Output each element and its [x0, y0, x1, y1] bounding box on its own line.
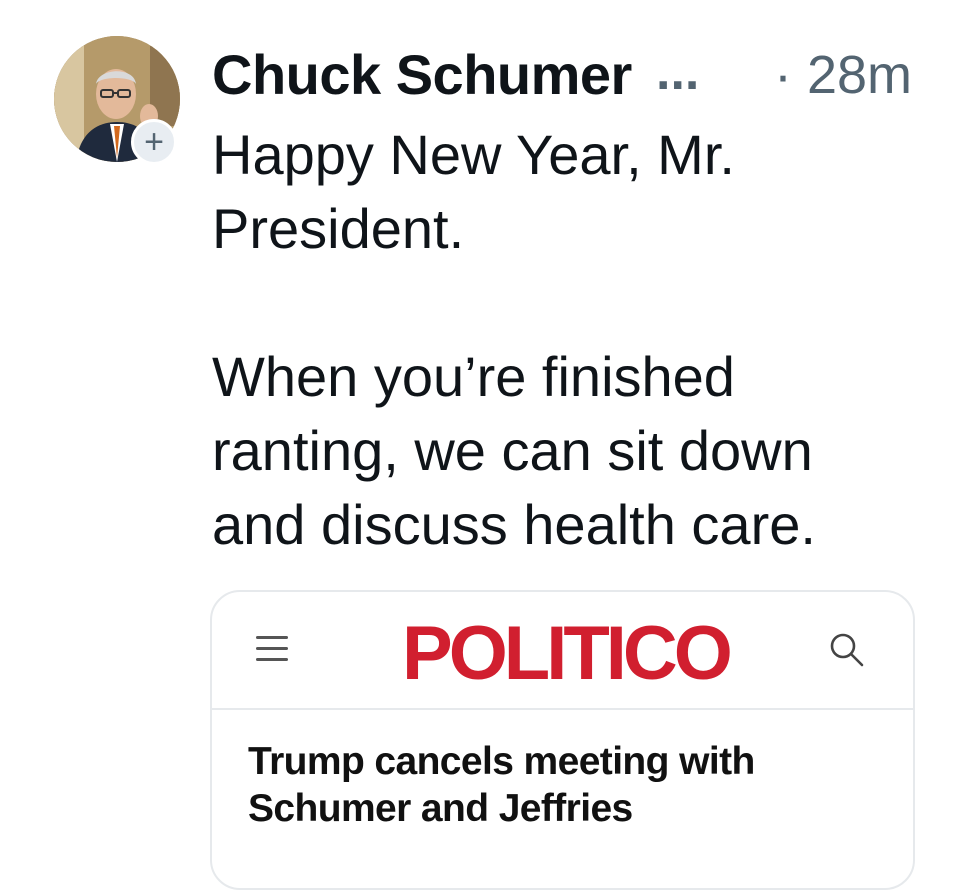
- author-name-truncation: ...: [656, 43, 700, 101]
- card-headline: Trump cancels meeting with Schumer and J…: [248, 740, 755, 830]
- post: + Chuck Schumer ... · 28m Happy New Year…: [0, 0, 960, 890]
- author-avatar-container[interactable]: +: [54, 36, 180, 165]
- search-icon: [830, 633, 864, 667]
- post-body: Happy New Year, Mr. President. When you’…: [212, 118, 912, 562]
- hamburger-menu-icon: [256, 634, 288, 664]
- post-paragraph-1: Happy New Year, Mr. President.: [212, 123, 735, 260]
- post-header: Chuck Schumer ... · 28m: [212, 40, 912, 110]
- site-logo: POLITICO: [402, 611, 733, 696]
- post-paragraph-2: When you’re finished ranting, we can sit…: [212, 345, 816, 556]
- author-name[interactable]: Chuck Schumer: [212, 42, 632, 107]
- follow-plus-icon[interactable]: +: [131, 119, 177, 165]
- post-timestamp[interactable]: · 28m: [774, 44, 912, 106]
- link-preview-card[interactable]: POLITICO Trump cancels meeting with Schu…: [210, 590, 915, 890]
- card-site-header: POLITICO: [212, 592, 913, 710]
